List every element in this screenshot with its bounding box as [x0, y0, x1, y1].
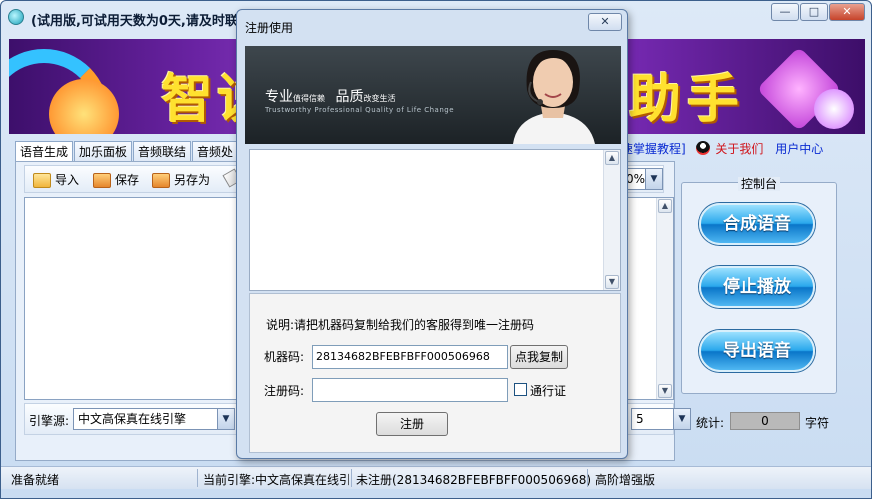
dialog-slogan-en: Trustworthy Professional Quality of Life…	[265, 106, 455, 114]
banner-text-left: 智	[161, 69, 220, 130]
save-as-icon	[152, 173, 170, 188]
support-agent-image	[513, 50, 595, 144]
scroll-up-icon[interactable]: ▲	[605, 151, 619, 165]
stats-label: 统计:	[696, 416, 725, 430]
engine-label: 引擎源:	[29, 414, 70, 428]
qq-icon	[695, 141, 710, 155]
maximize-button[interactable]: □	[800, 3, 828, 21]
save-as-button[interactable]: 另存为	[152, 171, 210, 189]
top-links: 速掌握教程] 关于我们 用户中心	[621, 140, 823, 158]
status-bar: 准备就绪 当前引擎:中文高保真在线引 未注册(28134682BFEBFBFF0…	[1, 466, 871, 489]
engine-value: 中文高保真在线引擎	[78, 412, 187, 426]
editor-scrollbar[interactable]: ▲ ▼	[656, 198, 673, 399]
status-edition: 高阶增强版	[595, 473, 656, 487]
save-icon	[93, 173, 111, 188]
main-tabs: 语音生成 加乐面板 音频联结 音频处	[15, 141, 239, 161]
percent-value: 0%	[626, 172, 646, 186]
registration-form: 说明:请把机器码复制给我们的客服得到唯一注册码 机器码: 28134682BFE…	[249, 293, 621, 453]
save-label: 保存	[115, 173, 140, 187]
scroll-down-icon[interactable]: ▼	[605, 275, 619, 289]
reg-code-label: 注册码:	[264, 384, 305, 398]
dialog-slogan: 专业值得信赖 品质改变生活	[265, 89, 396, 105]
dialog-banner: 专业值得信赖 品质改变生活 Trustworthy Professional Q…	[245, 46, 621, 144]
minimize-button[interactable]: —	[771, 3, 799, 21]
dialog-close-button[interactable]: ✕	[588, 13, 622, 31]
instruction-text: 说明:请把机器码复制给我们的客服得到唯一注册码	[266, 318, 535, 332]
status-separator	[587, 469, 588, 487]
app-icon	[8, 9, 24, 25]
status-engine: 当前引擎:中文高保真在线引	[203, 473, 349, 487]
synthesize-button[interactable]: 合成语音	[699, 203, 815, 245]
machine-code-field[interactable]: 28134682BFEBFBFF000506968	[312, 345, 508, 369]
export-button[interactable]: 导出语音	[699, 330, 815, 372]
about-link[interactable]: 关于我们	[715, 142, 763, 156]
decor-ball	[49, 79, 119, 134]
decor-orb	[814, 89, 854, 129]
status-registration: 未注册(28134682BFEBFBFF000506968)	[356, 473, 592, 487]
passport-checkbox[interactable]	[514, 383, 527, 396]
dialog-scrollbar[interactable]: ▲ ▼	[603, 150, 620, 290]
folder-icon	[33, 173, 51, 188]
chevron-down-icon[interactable]: ▼	[217, 409, 234, 429]
scroll-down-icon[interactable]: ▼	[658, 384, 672, 398]
window-title: (试用版,可试用天数为0天,请及时联	[31, 14, 238, 29]
reg-code-field[interactable]	[312, 378, 508, 402]
passport-label: 通行证	[530, 384, 567, 398]
speed-select[interactable]: 5 ▼	[631, 408, 691, 430]
machine-code-label: 机器码:	[264, 350, 305, 364]
save-as-label: 另存为	[174, 173, 211, 187]
speed-value: 5	[636, 412, 644, 426]
tab-speech-generation[interactable]: 语音生成	[15, 141, 74, 161]
stats-unit: 字符	[805, 416, 830, 430]
dialog-title: 注册使用	[245, 21, 294, 35]
chevron-down-icon[interactable]: ▼	[673, 409, 690, 429]
import-label: 导入	[55, 173, 80, 187]
chevron-down-icon[interactable]: ▼	[645, 169, 662, 189]
tab-audio-join[interactable]: 音频联结	[133, 141, 192, 161]
stop-button[interactable]: 停止播放	[699, 266, 815, 308]
status-separator	[197, 469, 198, 487]
close-button[interactable]: ✕	[829, 3, 865, 21]
control-panel: 控制台 合成语音 停止播放 导出语音	[681, 177, 837, 394]
copy-button[interactable]: 点我复制	[510, 345, 568, 369]
register-button[interactable]: 注册	[376, 412, 448, 436]
scroll-up-icon[interactable]: ▲	[658, 199, 672, 213]
save-button[interactable]: 保存	[93, 171, 139, 189]
char-count: 0	[730, 412, 800, 430]
tab-audio-process[interactable]: 音频处	[192, 141, 239, 161]
engine-select[interactable]: 中文高保真在线引擎 ▼	[73, 408, 235, 430]
tab-music-panel[interactable]: 加乐面板	[74, 141, 133, 161]
user-center-link[interactable]: 用户中心	[775, 142, 823, 156]
control-panel-title: 控制台	[682, 175, 836, 192]
banner-text-right: 助手	[629, 69, 746, 130]
status-separator	[351, 469, 352, 487]
tutorial-link[interactable]: 速掌握教程]	[621, 142, 686, 156]
import-button[interactable]: 导入	[33, 171, 79, 189]
dialog-text-area[interactable]: ▲ ▼	[249, 149, 621, 291]
register-dialog: 注册使用 ✕ 专业值得信赖 品质改变生活 Trustworthy Profess…	[236, 9, 628, 459]
status-ready: 准备就绪	[11, 473, 60, 487]
